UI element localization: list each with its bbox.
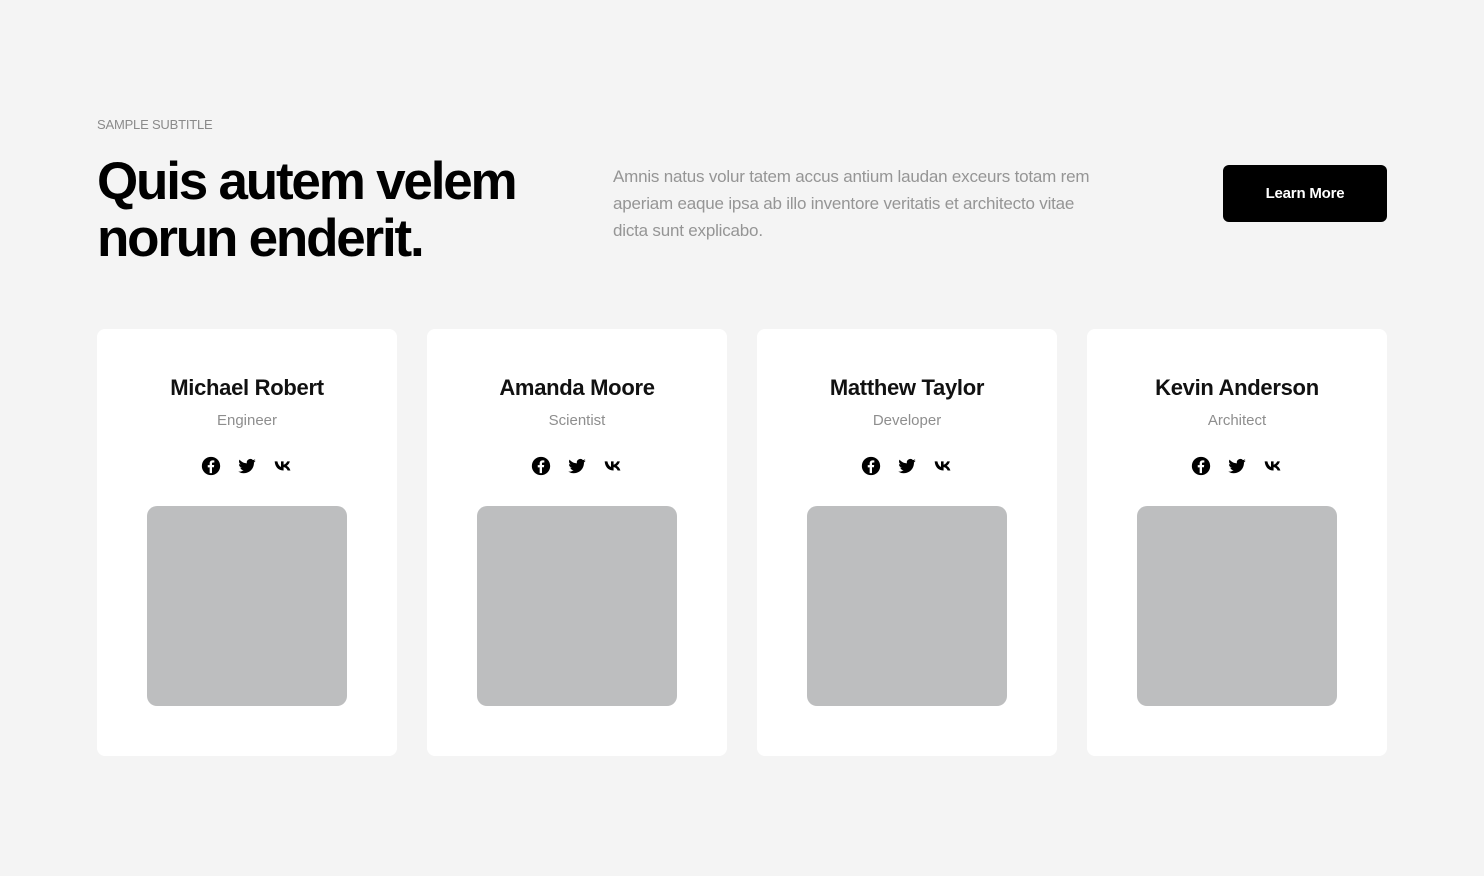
team-card: Michael Robert Engineer [97, 329, 397, 756]
facebook-icon[interactable] [530, 455, 552, 477]
social-links [427, 455, 727, 477]
member-photo-placeholder [477, 506, 677, 706]
vk-icon[interactable] [272, 455, 294, 477]
member-name: Matthew Taylor [829, 375, 985, 400]
vk-icon[interactable] [602, 455, 624, 477]
member-photo-placeholder [807, 506, 1007, 706]
member-role: Engineer [216, 412, 278, 429]
team-card: Matthew Taylor Developer [757, 329, 1057, 756]
facebook-icon[interactable] [1190, 455, 1212, 477]
twitter-icon[interactable] [896, 455, 918, 477]
member-photo-placeholder [147, 506, 347, 706]
vk-icon[interactable] [932, 455, 954, 477]
team-cards: Michael Robert Engineer Amanda Moore Sci… [97, 329, 1387, 756]
member-name: Michael Robert [170, 375, 324, 400]
vk-icon[interactable] [1262, 455, 1284, 477]
member-name: Amanda Moore [499, 375, 655, 400]
section-title: Quis autem velem norun enderit. [97, 152, 518, 268]
section-description: Amnis natus volur tatem accus antium lau… [613, 167, 1090, 240]
facebook-icon[interactable] [860, 455, 882, 477]
twitter-icon[interactable] [1226, 455, 1248, 477]
social-links [757, 455, 1057, 477]
social-links [1087, 455, 1387, 477]
member-role: Scientist [548, 412, 606, 429]
facebook-icon[interactable] [200, 455, 222, 477]
member-name: Kevin Anderson [1155, 375, 1319, 400]
twitter-icon[interactable] [566, 455, 588, 477]
twitter-icon[interactable] [236, 455, 258, 477]
team-section: SAMPLE SUBTITLE Quis autem velem norun e… [97, 0, 1387, 876]
section-subtitle: SAMPLE SUBTITLE [97, 117, 213, 132]
team-card: Amanda Moore Scientist [427, 329, 727, 756]
member-role: Architect [1207, 412, 1267, 429]
team-card: Kevin Anderson Architect [1087, 329, 1387, 756]
social-links [97, 455, 397, 477]
learn-more-button[interactable]: Learn More [1223, 165, 1387, 222]
member-photo-placeholder [1137, 506, 1337, 706]
member-role: Developer [872, 412, 942, 429]
